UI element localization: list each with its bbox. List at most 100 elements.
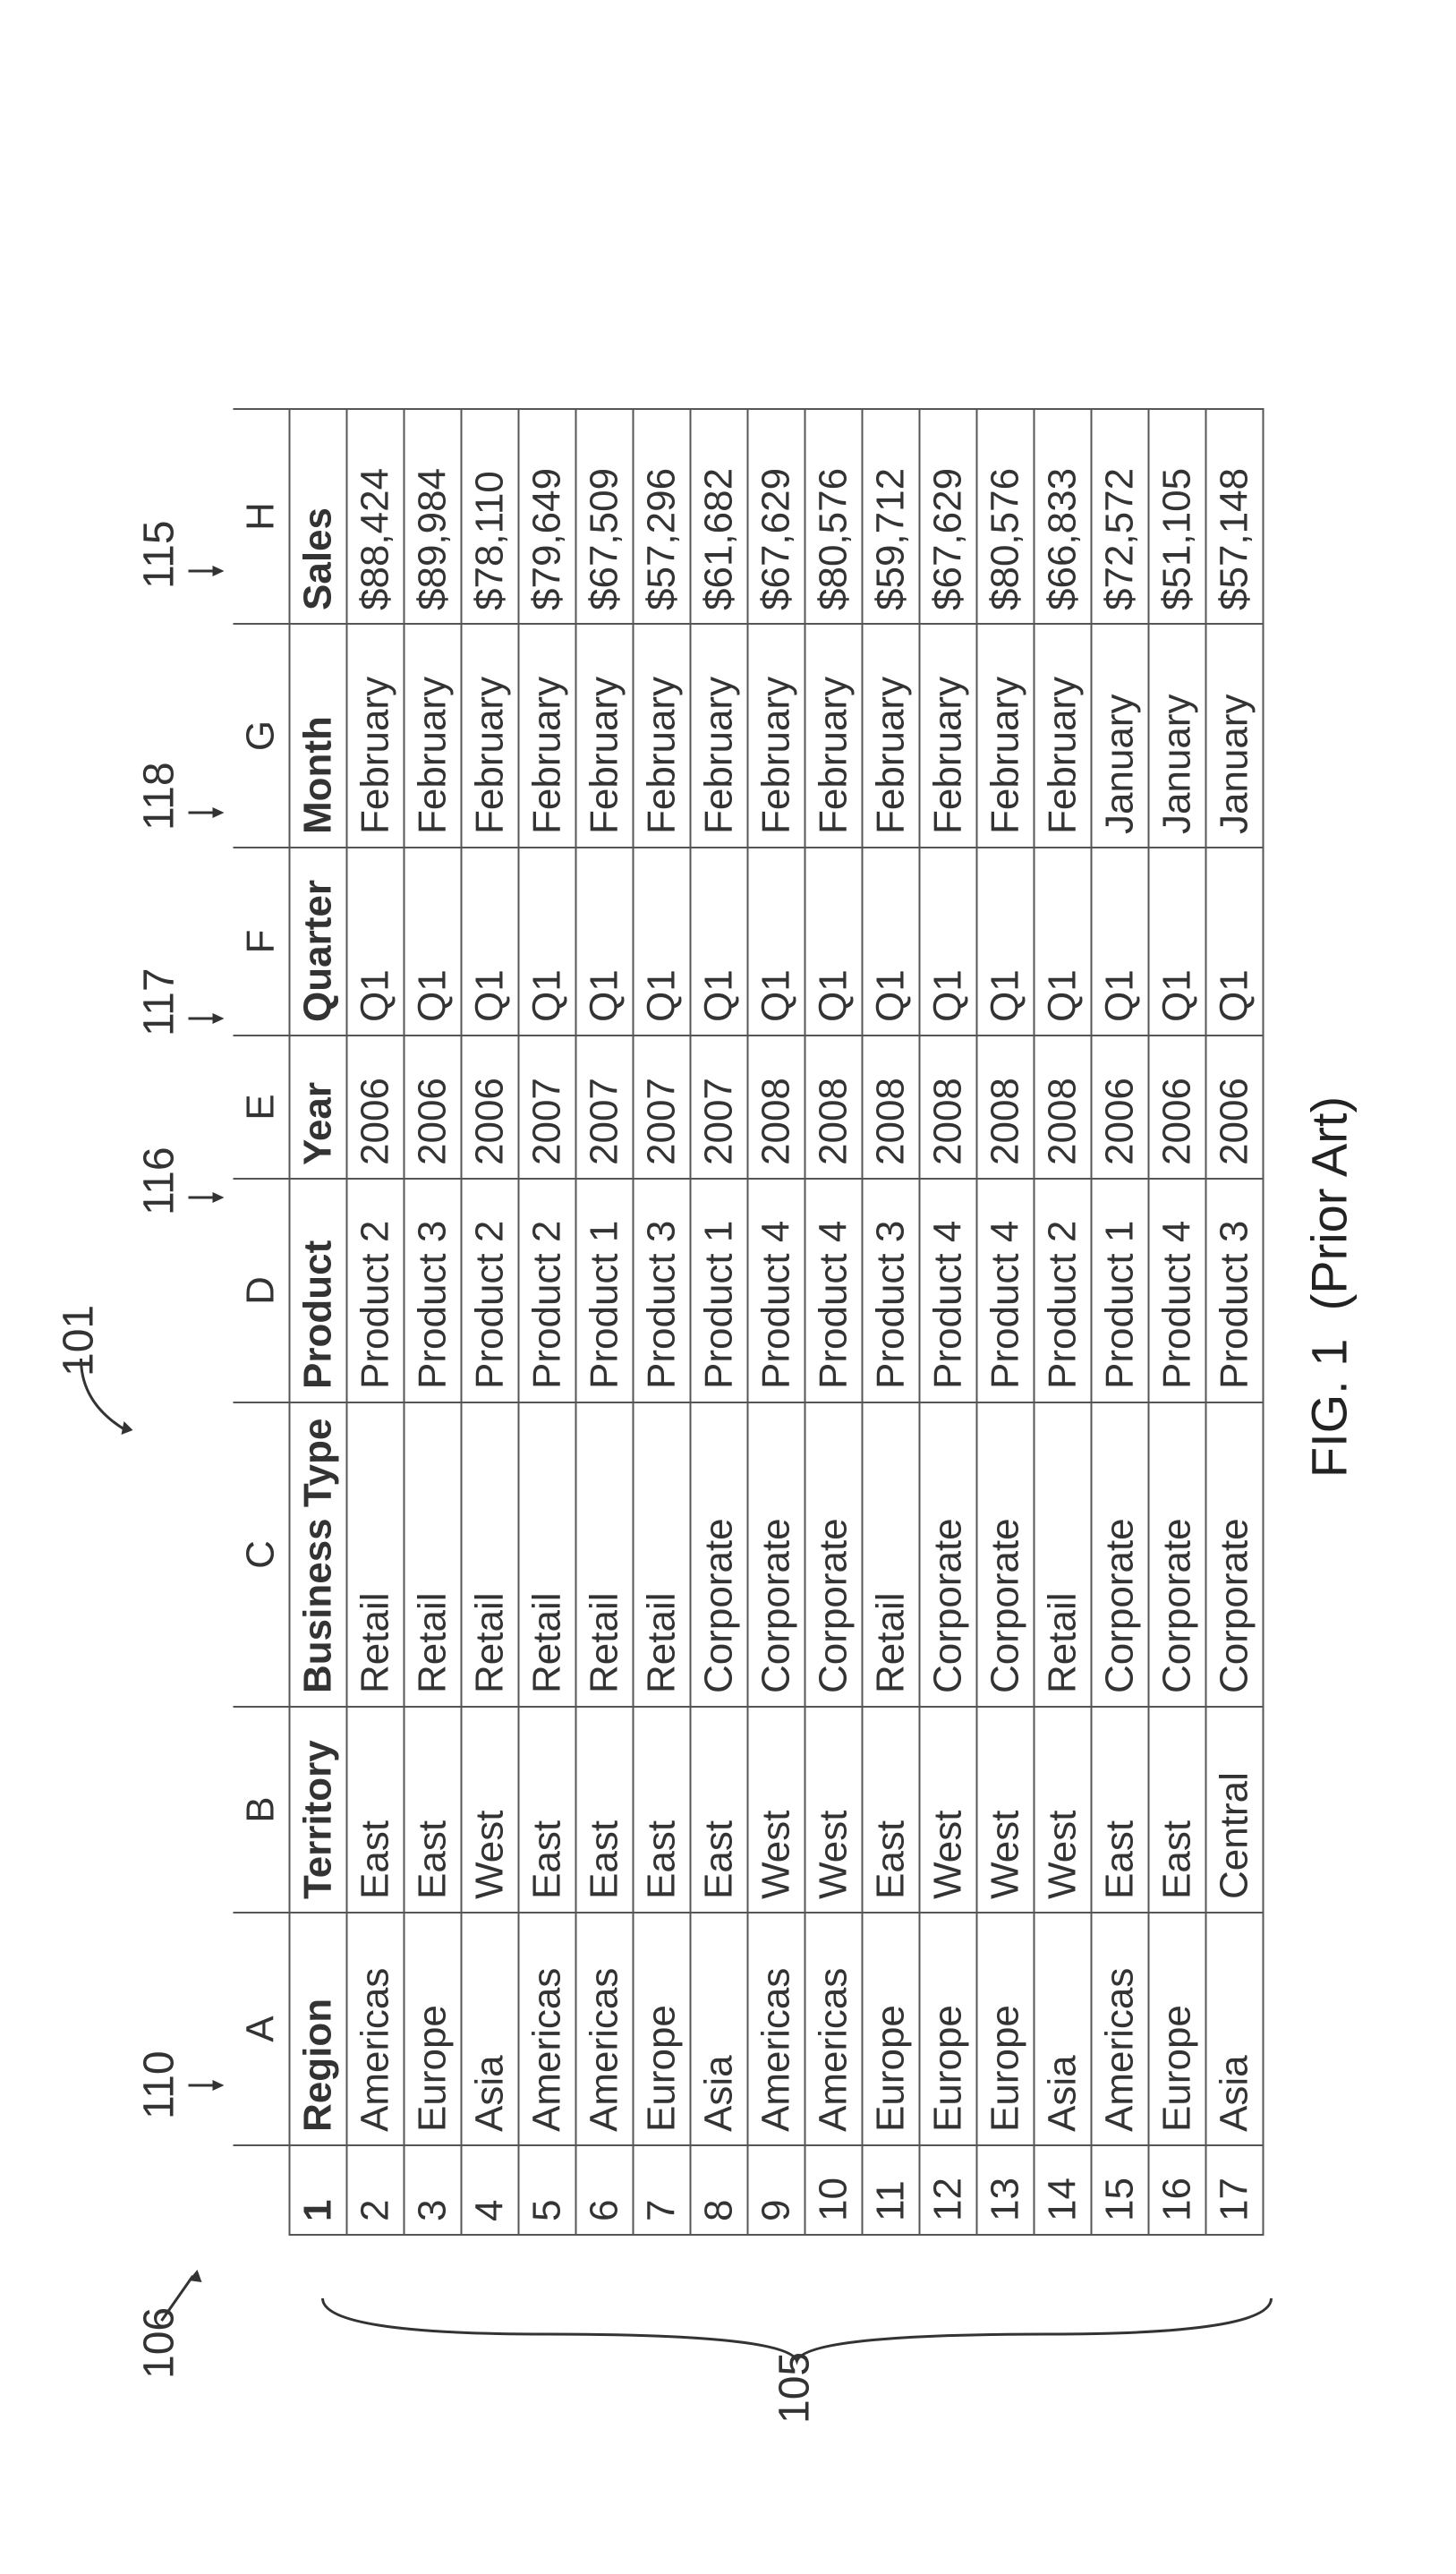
cell[interactable]: West xyxy=(805,1707,862,1913)
col-header-H[interactable]: H xyxy=(233,409,289,624)
col-header-G[interactable]: G xyxy=(233,624,289,848)
cell[interactable]: Europe xyxy=(862,1913,919,2145)
cell[interactable]: Central xyxy=(1205,1707,1263,1913)
cell[interactable]: Retail xyxy=(1034,1402,1091,1707)
cell[interactable]: East xyxy=(404,1707,461,1913)
cell[interactable]: Asia xyxy=(461,1913,518,2145)
cell[interactable]: Retail xyxy=(346,1402,404,1707)
cell[interactable]: West xyxy=(976,1707,1034,1913)
row-header[interactable]: 9 xyxy=(747,2145,805,2235)
col-header-E[interactable]: E xyxy=(233,1036,289,1179)
cell[interactable]: Europe xyxy=(1148,1913,1205,2145)
cell[interactable]: 2006 xyxy=(1091,1036,1148,1179)
cell[interactable]: Product 4 xyxy=(919,1179,976,1402)
col-header-F[interactable]: F xyxy=(233,848,289,1036)
cell[interactable]: Corporate xyxy=(1205,1402,1263,1707)
col-header-A[interactable]: A xyxy=(233,1913,289,2145)
cell[interactable]: 2008 xyxy=(919,1036,976,1179)
header-year[interactable]: Year xyxy=(289,1036,346,1179)
col-header-B[interactable]: B xyxy=(233,1707,289,1913)
cell[interactable]: 2008 xyxy=(747,1036,805,1179)
cell[interactable]: Product 4 xyxy=(1148,1179,1205,1402)
cell[interactable]: February xyxy=(518,624,575,848)
cell[interactable]: Corporate xyxy=(690,1402,747,1707)
cell[interactable]: Americas xyxy=(805,1913,862,2145)
cell[interactable]: Q1 xyxy=(919,848,976,1036)
cell[interactable]: February xyxy=(919,624,976,848)
row-header[interactable]: 5 xyxy=(518,2145,575,2235)
cell[interactable]: 2006 xyxy=(461,1036,518,1179)
cell[interactable]: $57,296 xyxy=(633,409,690,624)
cell[interactable]: February xyxy=(633,624,690,848)
cell[interactable]: East xyxy=(1148,1707,1205,1913)
cell[interactable]: February xyxy=(461,624,518,848)
cell[interactable]: Europe xyxy=(976,1913,1034,2145)
row-header[interactable]: 8 xyxy=(690,2145,747,2235)
cell[interactable]: Q1 xyxy=(1091,848,1148,1036)
cell[interactable]: Product 2 xyxy=(346,1179,404,1402)
cell[interactable]: Product 3 xyxy=(404,1179,461,1402)
cell[interactable]: Retail xyxy=(633,1402,690,1707)
cell[interactable]: East xyxy=(518,1707,575,1913)
cell[interactable]: East xyxy=(346,1707,404,1913)
cell[interactable]: February xyxy=(404,624,461,848)
cell[interactable]: Corporate xyxy=(805,1402,862,1707)
cell[interactable]: Product 4 xyxy=(805,1179,862,1402)
cell[interactable]: $72,572 xyxy=(1091,409,1148,624)
cell[interactable]: Americas xyxy=(575,1913,633,2145)
cell[interactable]: Americas xyxy=(747,1913,805,2145)
row-header[interactable]: 16 xyxy=(1148,2145,1205,2235)
cell[interactable]: Q1 xyxy=(346,848,404,1036)
cell[interactable]: East xyxy=(690,1707,747,1913)
cell[interactable]: Asia xyxy=(690,1913,747,2145)
cell[interactable]: Q1 xyxy=(1205,848,1263,1036)
cell[interactable]: Europe xyxy=(633,1913,690,2145)
row-header[interactable]: 14 xyxy=(1034,2145,1091,2235)
cell[interactable]: Q1 xyxy=(747,848,805,1036)
cell[interactable]: Q1 xyxy=(518,848,575,1036)
cell[interactable]: $78,110 xyxy=(461,409,518,624)
cell[interactable]: $80,576 xyxy=(805,409,862,624)
row-header[interactable]: 4 xyxy=(461,2145,518,2235)
cell[interactable]: 2008 xyxy=(1034,1036,1091,1179)
header-quarter[interactable]: Quarter xyxy=(289,848,346,1036)
cell[interactable]: Retail xyxy=(461,1402,518,1707)
cell[interactable]: January xyxy=(1091,624,1148,848)
cell[interactable]: Europe xyxy=(919,1913,976,2145)
cell[interactable]: $61,682 xyxy=(690,409,747,624)
cell[interactable]: Q1 xyxy=(575,848,633,1036)
cell[interactable]: Corporate xyxy=(747,1402,805,1707)
cell[interactable]: Q1 xyxy=(1034,848,1091,1036)
header-sales[interactable]: Sales xyxy=(289,409,346,624)
row-header[interactable]: 13 xyxy=(976,2145,1034,2235)
cell[interactable]: January xyxy=(1205,624,1263,848)
cell[interactable]: East xyxy=(1091,1707,1148,1913)
cell[interactable]: Corporate xyxy=(1148,1402,1205,1707)
cell[interactable]: West xyxy=(1034,1707,1091,1913)
cell[interactable]: $67,629 xyxy=(919,409,976,624)
cell[interactable]: 2007 xyxy=(690,1036,747,1179)
cell[interactable]: Retail xyxy=(518,1402,575,1707)
cell[interactable]: Asia xyxy=(1034,1913,1091,2145)
header-territory[interactable]: Territory xyxy=(289,1707,346,1913)
cell[interactable]: February xyxy=(747,624,805,848)
cell[interactable]: Retail xyxy=(862,1402,919,1707)
cell[interactable]: February xyxy=(805,624,862,848)
cell[interactable]: $89,984 xyxy=(404,409,461,624)
cell[interactable]: February xyxy=(690,624,747,848)
header-business-type[interactable]: Business Type xyxy=(289,1402,346,1707)
cell[interactable]: Product 4 xyxy=(747,1179,805,1402)
row-header[interactable]: 3 xyxy=(404,2145,461,2235)
cell[interactable]: 2006 xyxy=(1148,1036,1205,1179)
cell[interactable]: Q1 xyxy=(805,848,862,1036)
cell[interactable]: $67,629 xyxy=(747,409,805,624)
cell[interactable]: Product 2 xyxy=(518,1179,575,1402)
cell[interactable]: January xyxy=(1148,624,1205,848)
cell[interactable]: $57,148 xyxy=(1205,409,1263,624)
row-header[interactable]: 12 xyxy=(919,2145,976,2235)
cell[interactable]: 2008 xyxy=(805,1036,862,1179)
cell[interactable]: West xyxy=(747,1707,805,1913)
cell[interactable]: $51,105 xyxy=(1148,409,1205,624)
cell[interactable]: Product 1 xyxy=(690,1179,747,1402)
col-header-C[interactable]: C xyxy=(233,1402,289,1707)
